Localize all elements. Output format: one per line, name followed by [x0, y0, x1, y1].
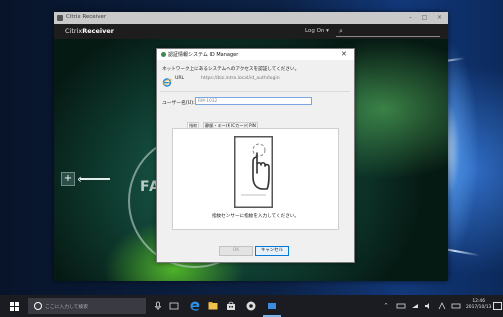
fingerprint-hint: 指紋センサーに指紋を入力してください。 [211, 214, 299, 219]
minimize-button[interactable]: – [404, 13, 417, 23]
arrow-left-icon [80, 178, 110, 180]
divider [160, 91, 350, 92]
keyboard-icon[interactable] [451, 301, 461, 311]
arrow-head-icon: ‹ [77, 172, 82, 186]
ime-icon[interactable] [437, 301, 447, 311]
add-app-button[interactable]: + [61, 172, 75, 186]
taskbar-clock[interactable]: 12:46 2017/10/13 [466, 299, 491, 311]
magnifier-icon: ⌕ [339, 27, 343, 35]
citrix-taskbar-icon[interactable] [266, 300, 278, 312]
brand-prefix: Citrix [65, 27, 83, 35]
cancel-button[interactable]: キャンセル [255, 246, 289, 256]
maximize-button[interactable]: □ [418, 13, 431, 23]
chrome-icon[interactable] [245, 300, 257, 312]
cortana-circle-icon [34, 302, 42, 310]
dialog-title: 認証情報システム ID Manager [168, 52, 239, 58]
url-label: URL [175, 76, 185, 81]
wifi-icon[interactable] [410, 301, 420, 311]
dialog-close-button[interactable]: ✕ [341, 50, 347, 58]
windows-start-icon[interactable] [10, 302, 19, 311]
auth-dialog[interactable]: 認証情報システム ID Manager ✕ ネットワーク上にあるシステムへのアク… [156, 48, 355, 263]
network-icon[interactable] [396, 301, 406, 311]
tray-chevron-icon[interactable]: ^ [384, 303, 388, 309]
username-input[interactable]: RM-1032 [195, 97, 312, 105]
url-value: https://biz.intra.local/id_auth/login [201, 76, 280, 81]
store-search-input[interactable]: ⌕ [336, 27, 440, 37]
brand-bold: Receiver [82, 27, 114, 35]
clock-date: 2017/10/13 [466, 305, 492, 310]
window-close-button[interactable]: × [433, 13, 446, 23]
fingerprint-scanner-icon [234, 136, 273, 208]
citrix-app-icon [57, 15, 63, 21]
receiver-brand: CitrixReceiver [65, 27, 114, 35]
receiver-header-bar: CitrixReceiver Log On ▾ ⌕ [54, 24, 448, 39]
file-explorer-icon[interactable] [207, 300, 219, 312]
dialog-message: ネットワーク上にあるシステムへのアクセスを認証してください。 [162, 67, 300, 72]
volume-icon[interactable] [423, 301, 433, 311]
ok-button[interactable]: OK [219, 246, 253, 256]
log-on-menu[interactable]: Log On ▾ [305, 28, 329, 34]
taskbar-search-placeholder: ここに入力して検索 [45, 305, 89, 310]
action-center-icon[interactable] [493, 302, 502, 310]
taskbar-search-box[interactable]: ここに入力して検索 [28, 298, 146, 314]
store-bag-icon[interactable] [225, 300, 237, 312]
window-title: Citrix Receiver [66, 14, 107, 20]
username-label: ユーザー名(U): [162, 101, 195, 106]
task-view-icon[interactable] [168, 300, 180, 312]
windows-taskbar: ここに入力して検索 ^ 12:46 2017/10/13 [0, 295, 503, 317]
ie-logo-icon [162, 78, 172, 87]
shield-icon [161, 52, 166, 57]
dialog-titlebar[interactable]: 認証情報システム ID Manager ✕ [157, 49, 354, 60]
window-titlebar[interactable]: Citrix Receiver – □ × [54, 12, 448, 24]
edge-browser-icon[interactable] [189, 300, 201, 312]
microphone-icon[interactable] [152, 300, 164, 312]
